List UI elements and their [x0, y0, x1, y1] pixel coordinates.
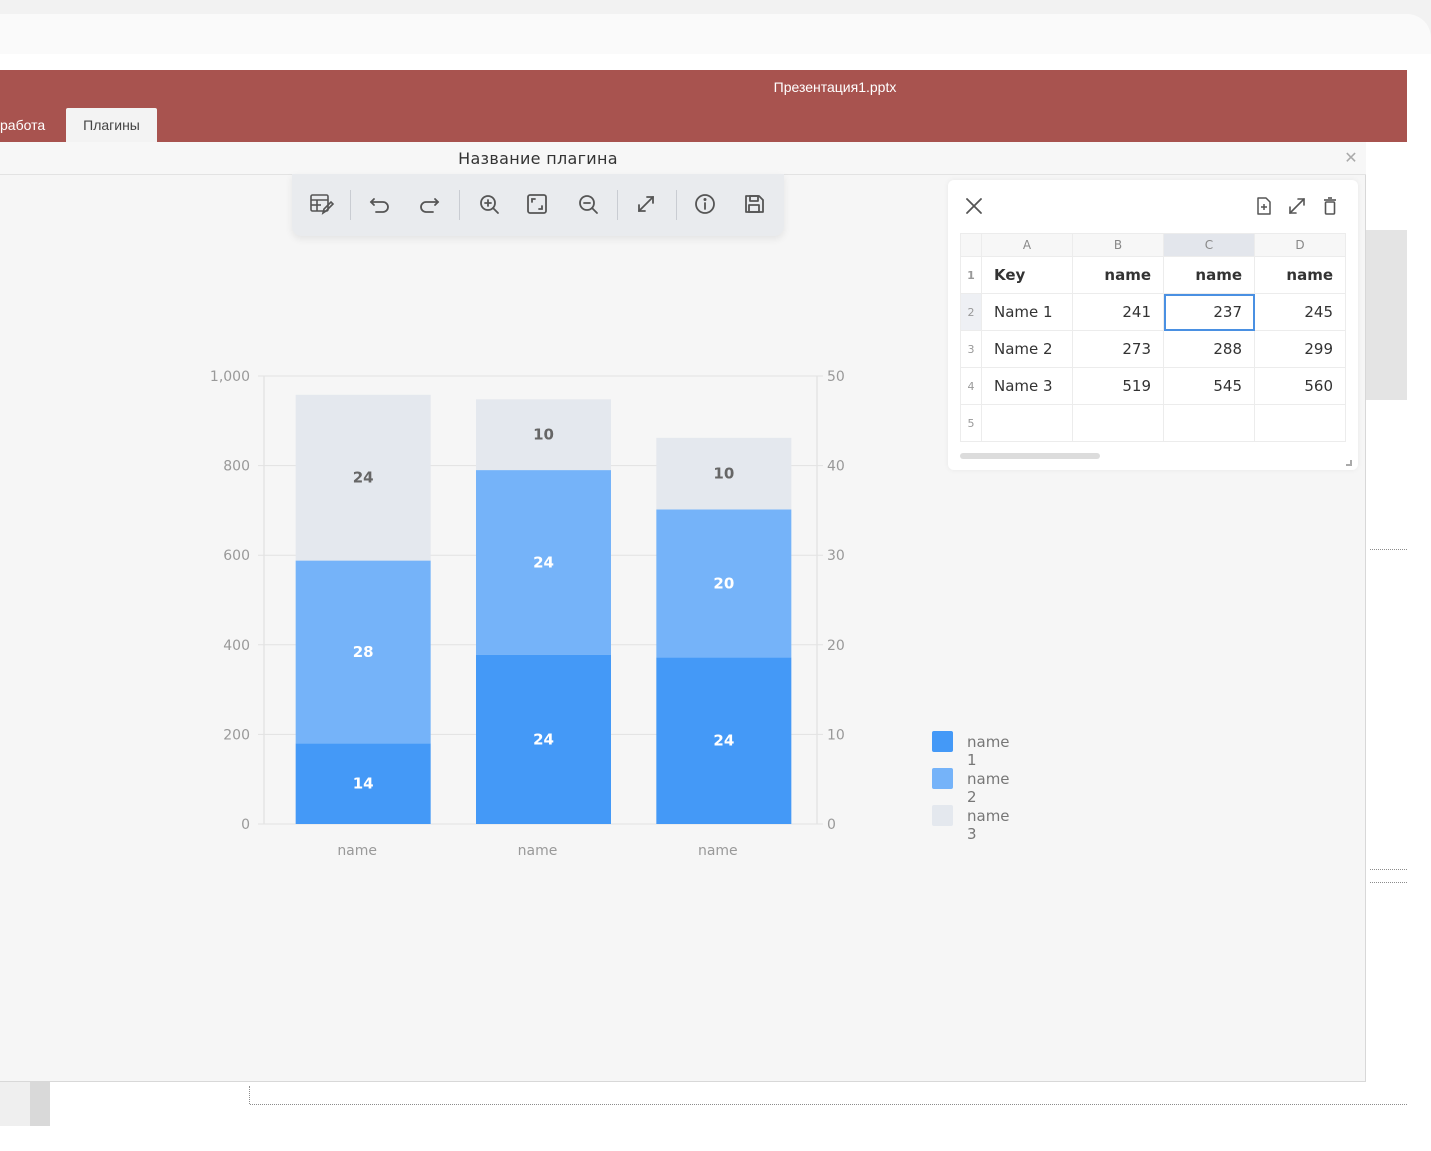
bar-data-label: 24: [713, 732, 734, 750]
legend-label: name 3: [967, 807, 1010, 843]
legend-swatch: [932, 731, 953, 752]
table-cell[interactable]: 245: [1254, 293, 1346, 331]
row-number[interactable]: 4: [960, 367, 982, 405]
slide-thumbnail-area: [1366, 230, 1407, 400]
legend-label: name 2: [967, 770, 1010, 806]
table-cell[interactable]: [1072, 404, 1164, 442]
table-cell[interactable]: name: [1072, 256, 1164, 294]
table-cell[interactable]: Name 2: [981, 330, 1073, 368]
y2-tick-label: 0: [827, 817, 836, 833]
placeholder-border: [1370, 549, 1407, 550]
placeholder-border: [1370, 882, 1407, 883]
x-tick-label: name: [337, 843, 377, 859]
y2-tick-label: 50: [827, 369, 845, 385]
corner-cell: [960, 233, 982, 257]
table-cell[interactable]: 299: [1254, 330, 1346, 368]
legend-swatch: [932, 805, 953, 826]
slide-panel-scroll: [30, 1082, 50, 1126]
table-row: 5: [960, 404, 1346, 442]
column-header-row: A B C D: [960, 233, 1346, 257]
placeholder-border: [1370, 869, 1407, 870]
y-tick-label: 600: [223, 548, 250, 564]
legend-label: name 1: [967, 733, 1010, 769]
column-header[interactable]: C: [1163, 233, 1255, 257]
column-header[interactable]: D: [1254, 233, 1346, 257]
table-row: 1 Key name name name: [960, 256, 1346, 294]
y-tick-label: 1,000: [210, 369, 250, 385]
table-cell[interactable]: 273: [1072, 330, 1164, 368]
slide-panel-edge: [0, 1082, 30, 1126]
bar-data-label: 10: [533, 426, 554, 444]
table-cell[interactable]: name: [1254, 256, 1346, 294]
bar-data-label: 24: [353, 469, 374, 487]
x-tick-label: name: [518, 843, 558, 859]
row-number[interactable]: 5: [960, 404, 982, 442]
expand-icon[interactable]: [1286, 195, 1308, 217]
table-cell[interactable]: 560: [1254, 367, 1346, 405]
y2-tick-label: 10: [827, 727, 845, 743]
table-cell[interactable]: 241: [1072, 293, 1164, 331]
table-cell[interactable]: Name 3: [981, 367, 1073, 405]
trash-icon[interactable]: [1319, 195, 1341, 217]
bar-data-label: 20: [713, 574, 734, 592]
horizontal-scrollbar[interactable]: [960, 453, 1100, 459]
y2-tick-label: 20: [827, 638, 845, 654]
legend-swatch: [932, 768, 953, 789]
table-cell[interactable]: 519: [1072, 367, 1164, 405]
y2-tick-label: 30: [827, 548, 845, 564]
x-tick-label: name: [698, 843, 738, 859]
y-tick-label: 0: [241, 817, 250, 833]
table-cell[interactable]: 288: [1163, 330, 1255, 368]
placeholder-border: [249, 1086, 250, 1104]
data-grid: A B C D 1 Key name name name 2 Name 1 24…: [960, 233, 1346, 442]
table-cell[interactable]: [1163, 404, 1255, 442]
y-tick-label: 400: [223, 638, 250, 654]
table-cell[interactable]: 545: [1163, 367, 1255, 405]
data-sheet-panel: A B C D 1 Key name name name 2 Name 1 24…: [948, 180, 1358, 470]
table-row: 2 Name 1 241 237 245: [960, 293, 1346, 331]
table-cell[interactable]: name: [1163, 256, 1255, 294]
add-file-icon[interactable]: [1253, 195, 1275, 217]
y-tick-label: 200: [223, 727, 250, 743]
stacked-bar-chart: 0 0 200 10 400 20 600 30 800 40 1,000 50 14 28 24 name 2…: [210, 369, 845, 859]
row-number[interactable]: 3: [960, 330, 982, 368]
table-cell[interactable]: Name 1: [981, 293, 1073, 331]
table-cell[interactable]: [1254, 404, 1346, 442]
close-icon[interactable]: [962, 194, 986, 218]
bar-data-label: 14: [353, 775, 374, 793]
row-number[interactable]: 2: [960, 293, 982, 331]
bar-data-label: 24: [533, 553, 554, 571]
column-header[interactable]: B: [1072, 233, 1164, 257]
bar-data-label: 24: [533, 730, 554, 748]
bar-data-label: 10: [713, 465, 734, 483]
table-row: 4 Name 3 519 545 560: [960, 367, 1346, 405]
placeholder-border: [250, 1104, 1407, 1105]
close-icon[interactable]: ✕: [1340, 148, 1362, 170]
active-table-cell[interactable]: 237: [1163, 293, 1255, 331]
resize-handle[interactable]: [1346, 460, 1352, 466]
y2-tick-label: 40: [827, 459, 845, 475]
column-header[interactable]: A: [981, 233, 1073, 257]
y-tick-label: 800: [223, 459, 250, 475]
table-cell[interactable]: Key: [981, 256, 1073, 294]
row-number[interactable]: 1: [960, 256, 982, 294]
bar-data-label: 28: [353, 643, 374, 661]
table-cell[interactable]: [981, 404, 1073, 442]
table-row: 3 Name 2 273 288 299: [960, 330, 1346, 368]
